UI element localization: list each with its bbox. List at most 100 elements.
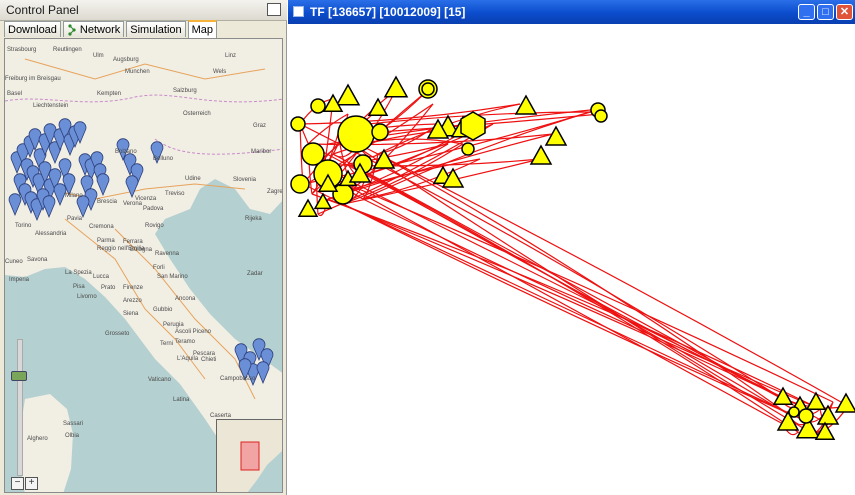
zoom-slider-thumb[interactable] bbox=[11, 371, 27, 381]
tab-bar: Download Network Simulation Map bbox=[4, 20, 219, 38]
maximize-button[interactable]: □ bbox=[817, 4, 834, 20]
graph-node-triangle[interactable] bbox=[514, 94, 538, 115]
city-label: Siena bbox=[123, 311, 139, 317]
city-label: Pavia bbox=[67, 216, 83, 222]
city-label: Ascoli Piceno bbox=[175, 329, 212, 335]
graph-node-circle[interactable] bbox=[290, 174, 310, 194]
graph-node-hexagon[interactable] bbox=[460, 111, 486, 141]
city-label: Savona bbox=[27, 257, 48, 263]
graph-node-circle[interactable] bbox=[290, 116, 306, 132]
city-label: Cuneo bbox=[5, 259, 23, 265]
zoom-in-button[interactable]: + bbox=[25, 477, 38, 490]
network-window: TF [136657] [10012009] [15] _ □ ✕ bbox=[288, 0, 855, 495]
city-label: Ulm bbox=[93, 53, 104, 59]
graph-edge bbox=[377, 153, 789, 415]
city-label: Livorno bbox=[77, 294, 97, 300]
city-label: Zagreb bbox=[267, 189, 283, 195]
overview-map[interactable] bbox=[216, 419, 282, 492]
city-label: Munchen bbox=[125, 69, 150, 75]
city-label: Cremona bbox=[89, 224, 114, 230]
city-label: Bologna bbox=[130, 247, 153, 253]
city-label: Milano bbox=[65, 193, 83, 199]
city-label: Perugia bbox=[163, 322, 184, 328]
close-button[interactable]: ✕ bbox=[836, 4, 853, 20]
graph-node-circle[interactable] bbox=[798, 408, 814, 424]
city-label: Terni bbox=[160, 341, 173, 347]
city-label: Freiburg im Breisgau bbox=[5, 76, 61, 82]
graph-node-circle[interactable] bbox=[371, 123, 389, 141]
graph-edge bbox=[307, 143, 789, 415]
graph-node-triangle[interactable] bbox=[544, 125, 568, 146]
network-graph-canvas[interactable] bbox=[288, 24, 855, 495]
city-label: Torino bbox=[15, 223, 32, 229]
zoom-slider[interactable] bbox=[17, 339, 23, 476]
tab-network-label: Network bbox=[79, 23, 121, 36]
city-label: Parma bbox=[97, 238, 115, 244]
city-label: Linz bbox=[225, 53, 236, 59]
city-label: Padova bbox=[143, 206, 164, 212]
city-label: Liechtenstein bbox=[33, 103, 68, 109]
restore-icon[interactable] bbox=[267, 3, 281, 16]
city-label: Alghero bbox=[27, 436, 48, 442]
graph-node-triangle[interactable] bbox=[367, 97, 389, 116]
city-label: Pisa bbox=[73, 284, 85, 290]
map-view[interactable]: Strasbourg Reutlingen Ulm Augsburg Munchen Li… bbox=[4, 38, 283, 493]
graph-node-circle[interactable] bbox=[310, 98, 326, 114]
city-label: Graz bbox=[253, 123, 266, 129]
graph-edge bbox=[357, 143, 849, 407]
graph-node-circle[interactable] bbox=[421, 82, 435, 96]
city-label: Zadar bbox=[247, 271, 263, 277]
city-label: Treviso bbox=[165, 191, 185, 197]
graph-node-triangle[interactable] bbox=[805, 391, 827, 410]
tab-network[interactable]: Network bbox=[62, 21, 125, 37]
graph-node-circle[interactable] bbox=[461, 142, 475, 156]
tab-simulation[interactable]: Simulation bbox=[126, 21, 186, 37]
overview-viewport[interactable] bbox=[240, 441, 260, 471]
city-label: Salzburg bbox=[173, 88, 197, 94]
graph-node-circle[interactable] bbox=[788, 406, 800, 418]
overview-canvas bbox=[217, 420, 282, 492]
network-window-title: TF [136657] [10012009] [15] bbox=[310, 5, 466, 19]
control-panel-titlebar: Control Panel bbox=[0, 0, 287, 21]
graph-node-triangle[interactable] bbox=[297, 198, 319, 217]
graph-edge bbox=[352, 188, 784, 425]
graph-node-circle[interactable] bbox=[594, 109, 608, 123]
city-label: Rovigo bbox=[145, 223, 164, 229]
city-label: Slovenia bbox=[233, 177, 257, 183]
city-label: Ferrara bbox=[123, 239, 143, 245]
network-icon bbox=[68, 23, 76, 36]
city-label: Rijeka bbox=[245, 216, 262, 222]
tab-download[interactable]: Download bbox=[4, 21, 61, 37]
control-panel-title: Control Panel bbox=[6, 3, 79, 17]
graph-node-triangle[interactable] bbox=[834, 392, 855, 413]
graph-node-circle[interactable] bbox=[332, 183, 354, 205]
city-label: Maribor bbox=[251, 149, 271, 155]
graph-node-triangle[interactable] bbox=[335, 83, 361, 106]
network-window-titlebar: TF [136657] [10012009] [15] _ □ ✕ bbox=[288, 0, 855, 24]
city-label: Grosseto bbox=[105, 331, 130, 337]
city-label: Bolzano bbox=[115, 149, 137, 155]
city-label: Chieti bbox=[201, 357, 216, 363]
city-label: Gubbio bbox=[153, 307, 173, 313]
minimize-button[interactable]: _ bbox=[798, 4, 815, 20]
city-label: Firenze bbox=[123, 285, 144, 291]
city-label: Teramo bbox=[175, 339, 196, 345]
city-label: Kempten bbox=[97, 91, 121, 97]
city-label: Ravenna bbox=[155, 251, 180, 257]
tab-simulation-label: Simulation bbox=[130, 23, 182, 36]
zoom-out-button[interactable]: − bbox=[11, 477, 24, 490]
tab-map[interactable]: Map bbox=[187, 20, 218, 38]
window-app-icon bbox=[293, 6, 304, 17]
graph-node-circle[interactable] bbox=[337, 115, 375, 153]
graph-node-triangle[interactable] bbox=[383, 75, 409, 98]
graph-edges bbox=[299, 89, 849, 436]
city-label: Alessandria bbox=[35, 231, 67, 237]
graph-node-circle[interactable] bbox=[301, 142, 325, 166]
graph-node-triangle[interactable] bbox=[529, 144, 553, 165]
city-label: Arezzo bbox=[123, 298, 142, 304]
city-label: Latina bbox=[173, 397, 190, 403]
city-label: Strasbourg bbox=[7, 47, 36, 53]
tab-map-label: Map bbox=[191, 24, 214, 36]
city-label: Sassari bbox=[63, 421, 83, 427]
control-panel: Control Panel Download Network Simulatio… bbox=[0, 0, 287, 495]
